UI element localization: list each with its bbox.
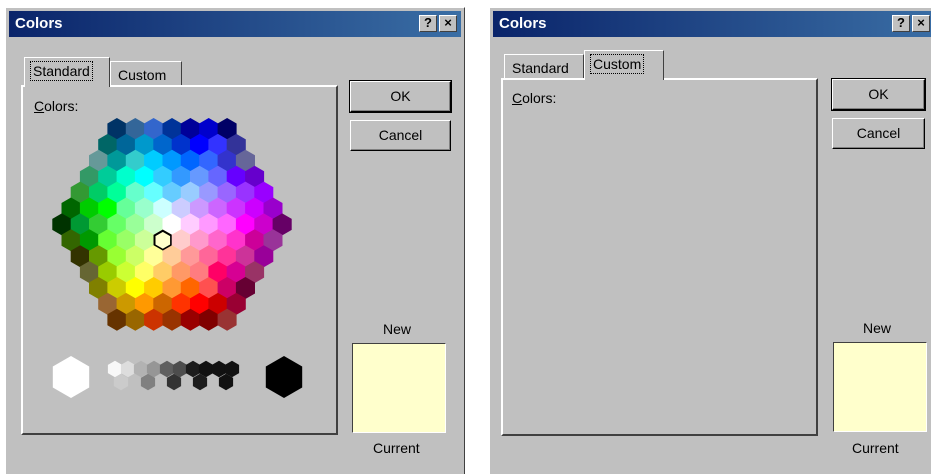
new-label: New bbox=[383, 321, 412, 337]
gray-color-cell[interactable] bbox=[52, 356, 90, 398]
gray-color-cell[interactable] bbox=[185, 360, 201, 378]
help-button[interactable]: ? bbox=[419, 15, 437, 32]
new-label: New bbox=[863, 320, 892, 336]
tab-custom[interactable]: Custom bbox=[584, 50, 664, 80]
ok-button[interactable]: OK bbox=[831, 78, 926, 111]
ok-button[interactable]: OK bbox=[349, 80, 452, 113]
cancel-button[interactable]: Cancel bbox=[350, 120, 451, 151]
new-current-color-swatch bbox=[833, 342, 927, 432]
colors-dialog-custom: Colors ? × Standard Custom Colors: OK Ca… bbox=[489, 7, 931, 474]
tab-panel-custom: Colors: bbox=[501, 78, 818, 436]
cancel-button[interactable]: Cancel bbox=[832, 118, 925, 149]
help-button[interactable]: ? bbox=[892, 15, 910, 32]
colors-label: Colors: bbox=[512, 90, 557, 106]
tab-standard[interactable]: Standard bbox=[504, 54, 584, 80]
new-current-color-swatch bbox=[352, 343, 446, 433]
tab-standard-label: Standard bbox=[30, 61, 93, 81]
tab-standard-label: Standard bbox=[512, 60, 569, 76]
tab-custom[interactable]: Custom bbox=[110, 61, 182, 87]
colors-dialog-standard: Colors ? × Standard Custom Colors: OK Ca… bbox=[5, 7, 465, 474]
gray-color-cell[interactable] bbox=[133, 360, 149, 378]
title-bar: Colors ? × bbox=[9, 11, 461, 37]
title-bar: Colors ? × bbox=[493, 11, 931, 37]
gray-color-cell[interactable] bbox=[120, 360, 136, 378]
tab-standard[interactable]: Standard bbox=[24, 57, 110, 87]
gray-color-cell[interactable] bbox=[159, 360, 175, 378]
gray-color-cell[interactable] bbox=[211, 360, 227, 378]
close-button[interactable]: × bbox=[439, 15, 457, 32]
current-label: Current bbox=[373, 440, 420, 456]
dialog-title: Colors bbox=[499, 15, 547, 32]
close-button[interactable]: × bbox=[912, 15, 930, 32]
tab-custom-label: Custom bbox=[589, 54, 645, 74]
current-label: Current bbox=[852, 440, 899, 456]
tab-custom-label: Custom bbox=[118, 67, 167, 83]
dialog-title: Colors bbox=[15, 15, 63, 32]
gray-color-cell[interactable] bbox=[265, 356, 303, 398]
color-hexagon-palette[interactable] bbox=[23, 87, 336, 433]
tab-panel-standard: Colors: bbox=[21, 85, 338, 435]
